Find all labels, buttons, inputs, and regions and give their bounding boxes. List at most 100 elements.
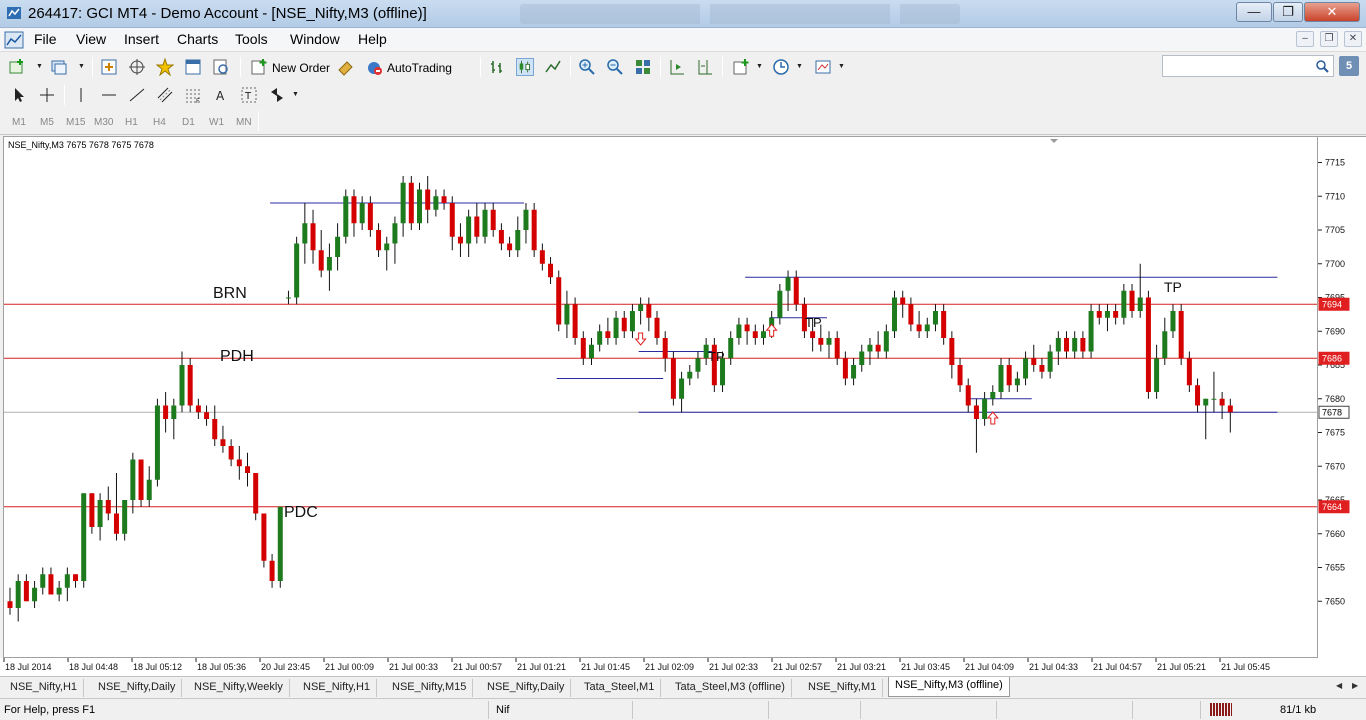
autotrading-icon[interactable] [365,58,383,76]
annotation-tp: TP [708,349,725,364]
period-h1-button[interactable]: H1 [125,117,138,128]
autoscroll-icon[interactable] [668,58,686,76]
bar-chart-icon[interactable] [488,58,506,76]
new-chart-icon[interactable] [8,58,26,76]
tile-windows-icon[interactable] [634,58,652,76]
price-axis[interactable]: 7715 7710 7705 7700 7695 7690 7685 7680 7675 7670… [1318,136,1366,658]
tab-chart[interactable]: NSE_Nifty,Weekly [188,679,290,697]
menu-view[interactable]: View [76,31,106,47]
close-button[interactable]: ✕ [1304,2,1360,22]
chart-shift-icon[interactable] [696,58,714,76]
candle-body [1145,297,1151,392]
indicators-icon[interactable] [732,58,750,76]
zoom-in-icon[interactable] [578,58,596,76]
minimize-button[interactable]: — [1236,2,1272,22]
tab-chart-active[interactable]: NSE_Nifty,M3 (offline) [888,677,1010,697]
new-order-button[interactable]: New Order [272,61,330,75]
horizontal-line-icon[interactable] [100,86,118,104]
price-level-label: 7678 [1322,407,1342,417]
menu-tools[interactable]: Tools [235,31,268,47]
chevron-down-icon[interactable]: ▼ [78,63,85,70]
menu-file[interactable]: File [34,31,57,47]
child-minimize-button[interactable]: – [1296,31,1314,47]
autotrading-button[interactable]: AutoTrading [387,61,452,75]
price-tick-label: 7710 [1325,191,1345,201]
fibonacci-icon[interactable]: F [184,86,202,104]
market-watch-icon[interactable] [100,58,118,76]
cursor-icon[interactable] [10,86,28,104]
tab-chart[interactable]: Tata_Steel,M1 [578,679,662,697]
child-close-button[interactable]: ✕ [1344,31,1362,47]
candle-body [457,236,463,244]
data-window-icon[interactable] [128,58,146,76]
candle-body [842,358,848,379]
svg-text:A: A [216,89,225,103]
period-m30-button[interactable]: M30 [94,117,113,128]
menu-help[interactable]: Help [358,31,387,47]
maximize-button[interactable]: ❐ [1273,2,1303,22]
candle-body [1047,351,1053,372]
tab-scroll-left-icon[interactable]: ◀ [1336,681,1342,690]
candle-body [613,317,619,338]
menu-window[interactable]: Window [290,31,340,47]
period-m5-button[interactable]: M5 [40,117,54,128]
svg-text:F: F [196,98,200,104]
chevron-down-icon[interactable]: ▼ [756,63,763,70]
strategy-tester-icon[interactable] [212,58,230,76]
vertical-line-icon[interactable] [72,86,90,104]
profiles-icon[interactable] [50,58,68,76]
period-m15-button[interactable]: M15 [66,117,85,128]
tab-chart[interactable]: NSE_Nifty,M1 [802,679,884,697]
connection-status-icon[interactable] [1210,703,1232,716]
search-input[interactable] [1162,55,1334,77]
period-m1-button[interactable]: M1 [12,117,26,128]
period-w1-button[interactable]: W1 [209,117,224,128]
chevron-down-icon[interactable]: ▼ [292,91,299,98]
metaeditor-icon[interactable] [337,58,355,76]
templates-icon[interactable] [814,58,832,76]
app-icon [7,7,21,19]
tab-chart[interactable]: NSE_Nifty,H1 [297,679,378,697]
chart-window-icon[interactable] [4,31,24,49]
period-d1-button[interactable]: D1 [182,117,195,128]
tab-chart[interactable]: NSE_Nifty,H1 [4,679,85,697]
line-chart-icon[interactable] [544,58,562,76]
candle-body [572,304,578,338]
terminal-icon[interactable] [184,58,202,76]
tab-chart[interactable]: NSE_Nifty,M15 [386,679,474,697]
time-tick-label: 21 Jul 05:21 [1157,662,1206,672]
periods-clock-icon[interactable] [772,58,790,76]
chevron-down-icon[interactable]: ▼ [838,63,845,70]
child-restore-button[interactable]: ❐ [1320,31,1338,47]
equidistant-channel-icon[interactable] [156,86,174,104]
trendline-icon[interactable] [128,86,146,104]
menu-charts[interactable]: Charts [177,31,218,47]
chevron-down-icon[interactable]: ▼ [36,63,43,70]
status-traffic: 81/1 kb [1280,704,1317,716]
tab-scroll-right-icon[interactable]: ▶ [1352,681,1358,690]
candle-body [1006,365,1012,386]
candlestick-icon[interactable] [516,58,534,76]
tab-chart[interactable]: NSE_Nifty,Daily [92,679,183,697]
search-icon[interactable] [1315,59,1329,73]
text-icon[interactable]: A [212,86,230,104]
price-tick-label: 7715 [1325,158,1345,168]
text-label-icon[interactable]: T [240,86,258,104]
menu-insert[interactable]: Insert [124,31,159,47]
chevron-down-icon[interactable]: ▼ [796,63,803,70]
tab-chart[interactable]: Tata_Steel,M3 (offline) [669,679,792,697]
tab-chart[interactable]: NSE_Nifty,Daily [481,679,572,697]
community-button[interactable]: 5 [1339,56,1359,76]
period-mn-button[interactable]: MN [236,117,252,128]
new-order-icon[interactable] [250,58,268,76]
candle-body [1121,290,1127,318]
navigator-icon[interactable] [156,58,174,76]
arrows-icon[interactable] [268,86,286,104]
candlestick-chart[interactable]: BRN PDH PDC TP TP TP [4,137,1318,658]
zoom-out-icon[interactable] [606,58,624,76]
chart-canvas[interactable]: BRN PDH PDC TP TP TP [3,136,1318,658]
period-h4-button[interactable]: H4 [153,117,166,128]
candle-body [97,500,103,527]
candle-body [351,196,357,224]
crosshair-icon[interactable] [38,86,56,104]
